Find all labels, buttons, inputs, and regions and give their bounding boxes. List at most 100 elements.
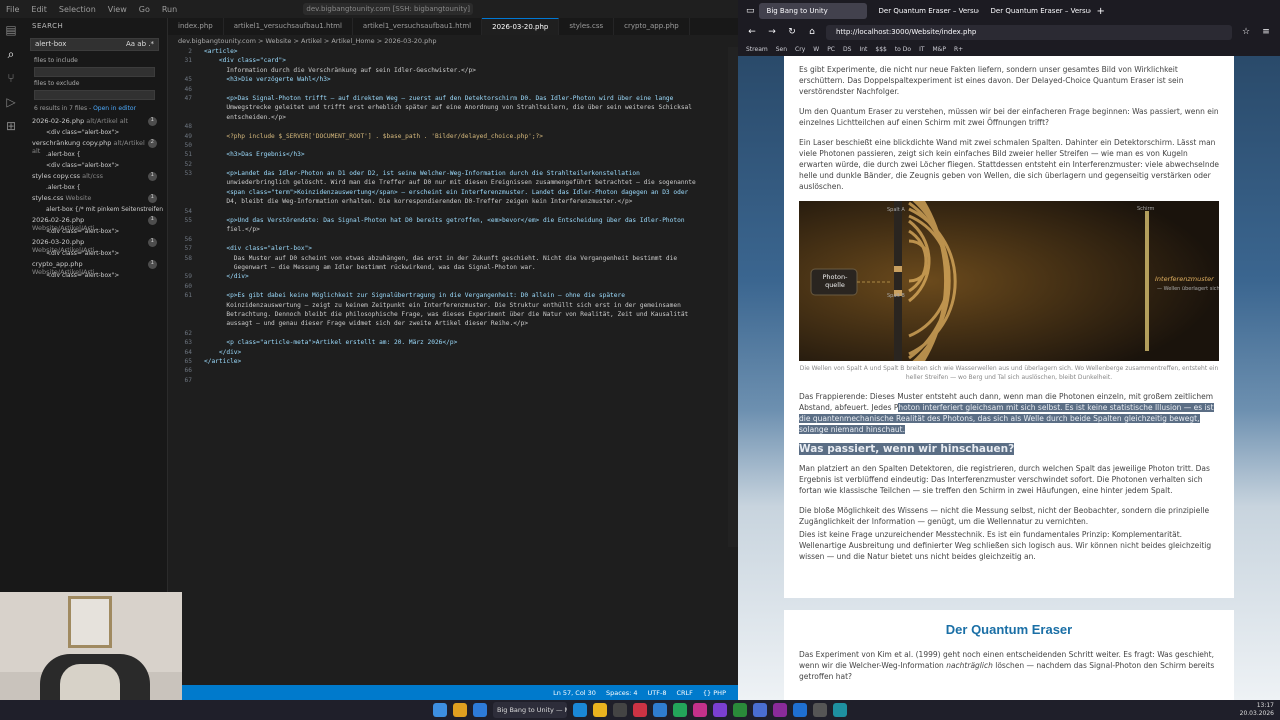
- search-result-file[interactable]: 2026-02-26.php alt/Artikel alt 1: [22, 116, 167, 127]
- code-line[interactable]: [204, 122, 728, 131]
- editor-tab[interactable]: artikel1_versuchsaufbau1.html: [353, 18, 483, 35]
- code-line[interactable]: <article>: [204, 47, 728, 56]
- minimap[interactable]: [728, 47, 738, 547]
- app-icon[interactable]: [773, 703, 787, 717]
- status-encoding[interactable]: UTF-8: [648, 689, 667, 697]
- code-line[interactable]: <p class="article-meta">Artikel erstellt…: [204, 338, 728, 347]
- code-line[interactable]: Umwegstrecke geleitet und trifft erst er…: [204, 103, 728, 112]
- search-result-match[interactable]: alert-box {/* mit pinkem Seitenstreifen …: [22, 204, 167, 224]
- menu-file[interactable]: File: [0, 5, 25, 14]
- edge-icon[interactable]: [573, 703, 587, 717]
- search-result-file[interactable]: styles copy.css alt/css 1: [22, 171, 167, 182]
- breadcrumb[interactable]: dev.bigbangtounity.com > Website > Artik…: [168, 35, 738, 47]
- page-viewport[interactable]: Es gibt Experimente, die nicht nur neue …: [738, 56, 1280, 700]
- code-line[interactable]: [204, 235, 728, 244]
- app-icon[interactable]: [753, 703, 767, 717]
- url-bar[interactable]: http://localhost:3000/Website/index.php: [826, 24, 1232, 40]
- bookmark-item[interactable]: Int: [859, 46, 867, 53]
- search-result-file[interactable]: 2026-02-26.php Website/Artikel/Arti... 1: [22, 215, 167, 232]
- browser-tab-bigbang[interactable]: Big Bang to Unity: [758, 3, 867, 19]
- code-line[interactable]: [204, 282, 728, 291]
- code-line[interactable]: Das Muster auf D0 scheint von etwas abzu…: [204, 254, 728, 263]
- bookmark-item[interactable]: M&P: [933, 46, 946, 53]
- bookmark-item[interactable]: to Do: [895, 46, 911, 53]
- bookmark-item[interactable]: Sen: [776, 46, 787, 53]
- app-icon[interactable]: [673, 703, 687, 717]
- bookmark-item[interactable]: Cry: [795, 46, 805, 53]
- code-line[interactable]: entscheiden.</p>: [204, 113, 728, 122]
- bookmark-item[interactable]: DS: [843, 46, 851, 53]
- app-icon[interactable]: [813, 703, 827, 717]
- search-input[interactable]: alert-box Aa ab .*: [30, 38, 159, 51]
- store-icon[interactable]: [473, 703, 487, 717]
- search-result-match[interactable]: <div class="alert-box">: [22, 160, 167, 171]
- new-tab-icon[interactable]: +: [1097, 6, 1105, 17]
- bookmark-star-icon[interactable]: ☆: [1240, 27, 1252, 37]
- command-center[interactable]: dev.bigbangtounity.com [SSH: bigbangtoun…: [303, 3, 474, 15]
- app-icon[interactable]: [693, 703, 707, 717]
- app-icon[interactable]: [833, 703, 847, 717]
- search-icon[interactable]: ⌕: [0, 42, 22, 66]
- code-line[interactable]: <h3>Die verzögerte Wahl</h3>: [204, 75, 728, 84]
- code-line[interactable]: <h3>Das Ergebnis</h3>: [204, 150, 728, 159]
- editor-tab[interactable]: index.php: [168, 18, 224, 35]
- home-icon[interactable]: ⌂: [806, 27, 818, 37]
- code-line[interactable]: [204, 376, 728, 385]
- code-line[interactable]: [204, 141, 728, 150]
- code-line[interactable]: <p>Landet das Idler-Photon an D1 oder D2…: [204, 169, 728, 178]
- app-icon[interactable]: [633, 703, 647, 717]
- bookmark-item[interactable]: Stream: [746, 46, 768, 53]
- code-line[interactable]: <?php include $_SERVER['DOCUMENT_ROOT'] …: [204, 132, 728, 141]
- search-result-file[interactable]: verschränkung copy.php alt/Artikel alt 2: [22, 138, 167, 155]
- code-line[interactable]: fiel.</p>: [204, 225, 728, 234]
- menu-icon[interactable]: ≡: [1260, 27, 1272, 37]
- search-result-file[interactable]: 2026-03-20.php Website/Artikel/Arti... 1: [22, 237, 167, 254]
- code-line[interactable]: </div>: [204, 272, 728, 281]
- app-icon[interactable]: [613, 703, 627, 717]
- vscode-taskbar-icon[interactable]: [793, 703, 807, 717]
- explorer-icon[interactable]: ▤: [0, 18, 22, 42]
- status-eol[interactable]: CRLF: [677, 689, 693, 697]
- menu-selection[interactable]: Selection: [53, 5, 102, 14]
- open-in-editor-link[interactable]: Open in editor: [93, 105, 136, 112]
- code-line[interactable]: <div class="card">: [204, 56, 728, 65]
- search-flags[interactable]: Aa ab .*: [126, 40, 154, 49]
- code-line[interactable]: [204, 85, 728, 94]
- menu-edit[interactable]: Edit: [25, 5, 53, 14]
- files-to-include-input[interactable]: [34, 67, 155, 77]
- code-line[interactable]: <p>Und das Verstörendste: Das Signal-Pho…: [204, 216, 728, 225]
- menu-view[interactable]: View: [102, 5, 133, 14]
- code-line[interactable]: unwiederbringlich gelöscht. Wird man die…: [204, 178, 728, 187]
- files-to-exclude-input[interactable]: [34, 90, 155, 100]
- status-language[interactable]: {} PHP: [703, 689, 726, 697]
- code-line[interactable]: <span class="term">Koinzidenzauswertung<…: [204, 188, 728, 197]
- code-line[interactable]: Gegenwart — die Messung am Idler bestimm…: [204, 263, 728, 272]
- file-explorer-icon[interactable]: [453, 703, 467, 717]
- code-line[interactable]: </div>: [204, 348, 728, 357]
- run-debug-icon[interactable]: ▷: [0, 90, 22, 114]
- code-line[interactable]: aussagt — und genau dieser Frage widmet …: [204, 319, 728, 328]
- editor-tab[interactable]: styles.css: [559, 18, 615, 35]
- search-result-file[interactable]: styles.css Website 1: [22, 193, 167, 204]
- code-line[interactable]: Information durch die Verschränkung auf …: [204, 66, 728, 75]
- browser-tab-quantum-eraser-2[interactable]: Der Quantum Eraser – Versuchsauf...: [983, 3, 1091, 19]
- code-line[interactable]: Koinzidenzauswertung — zeigt zu keinem Z…: [204, 301, 728, 310]
- code-line[interactable]: <p>Das Signal-Photon trifft — auf direkt…: [204, 94, 728, 103]
- system-clock[interactable]: 13:17 20.03.2026: [1240, 702, 1274, 718]
- code-line[interactable]: [204, 329, 728, 338]
- code-text[interactable]: <article> <div class="card"> Information…: [204, 47, 728, 385]
- search-result-match[interactable]: .alert-box {: [22, 182, 167, 193]
- search-result-match[interactable]: .alert-box {: [22, 149, 167, 160]
- status-indentation[interactable]: Spaces: 4: [606, 689, 638, 697]
- start-icon[interactable]: [433, 703, 447, 717]
- code-editor[interactable]: 2 31 45 46 47 48 49 50 51 52 53 54 55 56 57 58 59 60 61 62 6…: [168, 47, 728, 685]
- code-line[interactable]: Betrachtung. Dennoch bleibt die philosop…: [204, 310, 728, 319]
- code-line[interactable]: [204, 207, 728, 216]
- reload-icon[interactable]: ↻: [786, 27, 798, 37]
- code-line[interactable]: </article>: [204, 357, 728, 366]
- back-icon[interactable]: ←: [746, 27, 758, 37]
- search-result-file[interactable]: crypto_app.php Website/Artikel/Arti... 1: [22, 259, 167, 276]
- bookmark-item[interactable]: IT: [919, 46, 924, 53]
- code-line[interactable]: D4, bleibt die Weg-Information erhalten.…: [204, 197, 728, 206]
- app-icon[interactable]: [733, 703, 747, 717]
